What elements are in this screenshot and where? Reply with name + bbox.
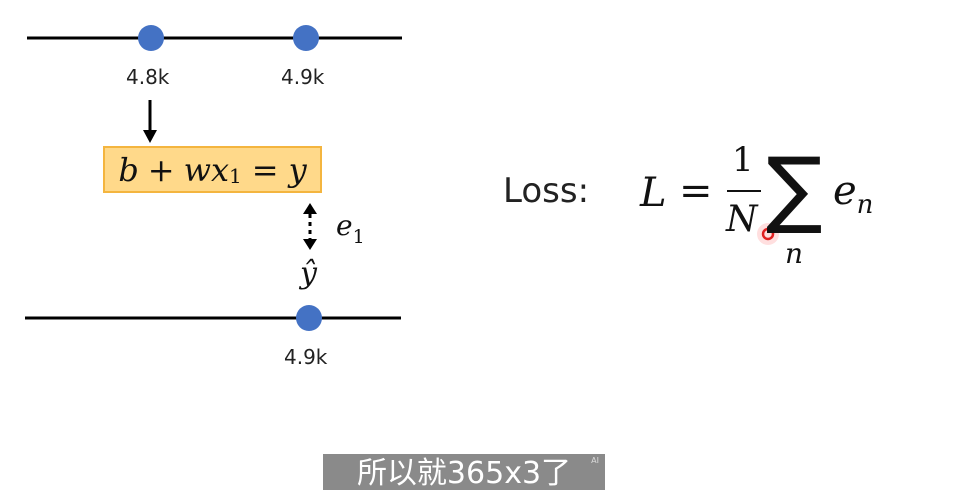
top-tick-label-2: 4.9k [281,65,325,89]
error-e: e [336,209,353,242]
loss-fraction-denominator: N [726,199,758,240]
eq-plus: + [147,150,175,189]
eq-x: x [211,150,230,189]
loss-L: L [640,170,667,216]
loss-fraction-bar [727,190,761,192]
error-label: e1 [336,209,365,248]
bottom-tick-label: 4.9k [284,345,328,369]
top-tick-label-1: 4.8k [126,65,170,89]
subtitle-text: 所以就365x3了 [356,456,572,490]
loss-equals: = [679,168,713,214]
loss-sigma: ∑ [766,139,823,237]
eq-equals: = [251,150,279,189]
bottom-dot-4-9k [296,305,322,331]
loss-label: Loss: [503,171,590,211]
yhat-label: ŷ [300,256,317,291]
model-equation: b + w x 1 = y [105,148,320,191]
loss-term-e: e [833,168,857,214]
loss-term-sub: n [856,190,874,220]
subtitle-ai-badge: AI [591,456,599,465]
model-equation-box: b + w x 1 = y [103,146,322,193]
eq-b: b [118,150,139,189]
top-dot-4-8k [138,25,164,51]
loss-fraction-numerator: 1 [732,140,754,180]
error-dashed-arrow [303,203,317,250]
eq-y: y [288,150,307,189]
top-dot-4-9k [293,25,319,51]
eq-w: w [183,150,211,189]
video-subtitle: 所以就365x3了 AI [323,454,605,490]
loss-sum-index: n [785,237,804,270]
loss-term: en [833,168,873,220]
eq-x-sub: 1 [229,163,242,188]
error-sub: 1 [352,226,365,248]
input-arrow [143,100,157,143]
